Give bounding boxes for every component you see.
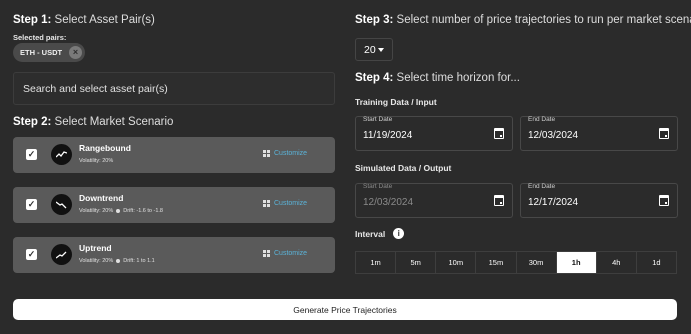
simulated-data-title: Simulated Data / Output [355, 163, 452, 173]
field-value: 12/03/2024 [363, 197, 414, 208]
scenario-name: Downtrend [79, 193, 124, 203]
selected-pairs-label: Selected pairs: [13, 33, 67, 42]
grid-icon [263, 200, 270, 207]
scenario-meta: Volatility: 20% [79, 158, 114, 164]
field-label: Start Date [363, 116, 393, 123]
info-icon[interactable]: i [393, 228, 405, 239]
select-value: 20 [364, 43, 376, 56]
scenario-name: Uptrend [79, 243, 112, 253]
selected-pair-chip: ETH - USDT × [13, 43, 85, 62]
training-end-date-field[interactable]: End Date 12/03/2024 [520, 116, 678, 151]
simulated-start-date-field: Start Date 12/03/2024 [355, 183, 513, 218]
scenario-meta: Volatility: 20% Drift: -1.6 to -1.8 [79, 208, 163, 214]
field-value: 11/19/2024 [363, 130, 413, 141]
training-start-date-field[interactable]: Start Date 11/19/2024 [355, 116, 513, 151]
interval-option-15m[interactable]: 15m [476, 252, 517, 273]
interval-option-4h[interactable]: 4h [597, 252, 637, 273]
scenario-card-rangebound[interactable]: ✓ Rangebound Volatility: 20% Customize [13, 137, 335, 173]
field-value: 12/03/2024 [528, 130, 579, 141]
interval-option-1m[interactable]: 1m [356, 252, 397, 273]
field-value: 12/17/2024 [528, 197, 579, 208]
field-label: End Date [528, 116, 556, 123]
field-label: Start Date [363, 183, 393, 190]
step4-title: Step 4: Select time horizon for... [355, 72, 520, 84]
step2-title: Step 2: Select Market Scenario [13, 116, 174, 128]
down-trend-icon [51, 194, 72, 215]
calendar-icon[interactable] [659, 128, 669, 139]
scenario-card-uptrend[interactable]: ✓ Uptrend Volatility: 20% Drift: 1 to 1.1… [13, 237, 335, 273]
scenario-meta: Volatility: 20% Drift: 1 to 1.1 [79, 258, 155, 264]
remove-chip-icon[interactable]: × [69, 46, 82, 59]
grid-icon [263, 250, 270, 257]
interval-option-1h[interactable]: 1h [556, 252, 597, 273]
step3-title: Step 3: Select number of price trajector… [355, 14, 691, 26]
checkbox-checked-icon[interactable]: ✓ [26, 249, 37, 260]
calendar-icon [494, 195, 504, 206]
calendar-icon[interactable] [494, 128, 504, 139]
training-data-title: Training Data / Input [355, 97, 437, 107]
customize-button[interactable]: Customize [263, 150, 307, 157]
caret-down-icon [378, 48, 384, 52]
calendar-icon[interactable] [659, 195, 669, 206]
up-trend-icon [51, 244, 72, 265]
interval-option-10m[interactable]: 10m [436, 252, 477, 273]
field-label: End Date [528, 183, 556, 190]
trajectory-count-select[interactable]: 20 [355, 38, 393, 61]
generate-button[interactable]: Generate Price Trajectories [13, 299, 677, 320]
checkbox-checked-icon[interactable]: ✓ [26, 199, 37, 210]
customize-button[interactable]: Customize [263, 200, 307, 207]
chip-label: ETH - USDT [20, 48, 63, 57]
checkbox-checked-icon[interactable]: ✓ [26, 149, 37, 160]
interval-label: Interval [355, 228, 386, 239]
customize-button[interactable]: Customize [263, 250, 307, 257]
search-placeholder: Search and select asset pair(s) [23, 82, 168, 95]
interval-option-30m[interactable]: 30m [517, 252, 557, 273]
wave-trend-icon [51, 144, 72, 165]
scenario-name: Rangebound [79, 143, 131, 153]
simulated-end-date-field[interactable]: End Date 12/17/2024 [520, 183, 678, 218]
interval-option-5m[interactable]: 5m [396, 252, 437, 273]
grid-icon [263, 150, 270, 157]
scenario-card-downtrend[interactable]: ✓ Downtrend Volatility: 20% Drift: -1.6 t… [13, 187, 335, 223]
asset-pair-search-input[interactable]: Search and select asset pair(s) [13, 72, 335, 105]
step1-title: Step 1: Select Asset Pair(s) [13, 14, 155, 26]
interval-option-1d[interactable]: 1d [637, 252, 676, 273]
interval-header: Interval i [355, 228, 405, 239]
interval-toggle-group: 1m 5m 10m 15m 30m 1h 4h 1d [355, 251, 677, 274]
